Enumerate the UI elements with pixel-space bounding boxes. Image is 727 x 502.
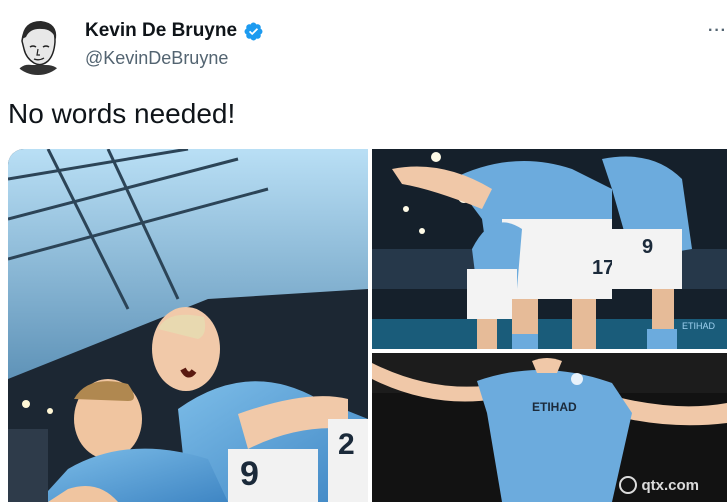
photo-arms-wide[interactable]: ETIHAD qtx.com	[372, 353, 727, 502]
jersey-number: 9	[642, 236, 653, 258]
more-options-icon[interactable]: ···	[708, 22, 727, 40]
name-row: Kevin De Bruyne	[85, 20, 264, 42]
sponsor-chest: ETIHAD	[532, 400, 577, 414]
media-grid: 9 2 17 9 ETIHAD ETIHAD qtx.com	[8, 149, 727, 502]
jersey-number: 2	[338, 428, 355, 461]
sponsor-board: ETIHAD	[682, 321, 716, 331]
photo-team-huddle[interactable]: 17 9 ETIHAD	[372, 149, 727, 349]
watermark-text: qtx.com	[641, 476, 699, 494]
display-name[interactable]: Kevin De Bruyne	[85, 20, 237, 42]
watermark-logo-icon	[619, 476, 638, 494]
tweet-header: Kevin De Bruyne @KevinDeBruyne ···	[0, 0, 727, 90]
watermark: qtx.com	[619, 476, 699, 494]
handle[interactable]: @KevinDeBruyne	[85, 48, 228, 69]
jersey-number: 9	[240, 455, 259, 493]
photo-celebration-main[interactable]: 9 2	[8, 149, 368, 502]
jersey-number: 17	[592, 257, 614, 279]
tweet-text: No words needed!	[8, 98, 236, 129]
avatar[interactable]	[8, 15, 68, 75]
verified-badge-icon	[243, 21, 264, 42]
